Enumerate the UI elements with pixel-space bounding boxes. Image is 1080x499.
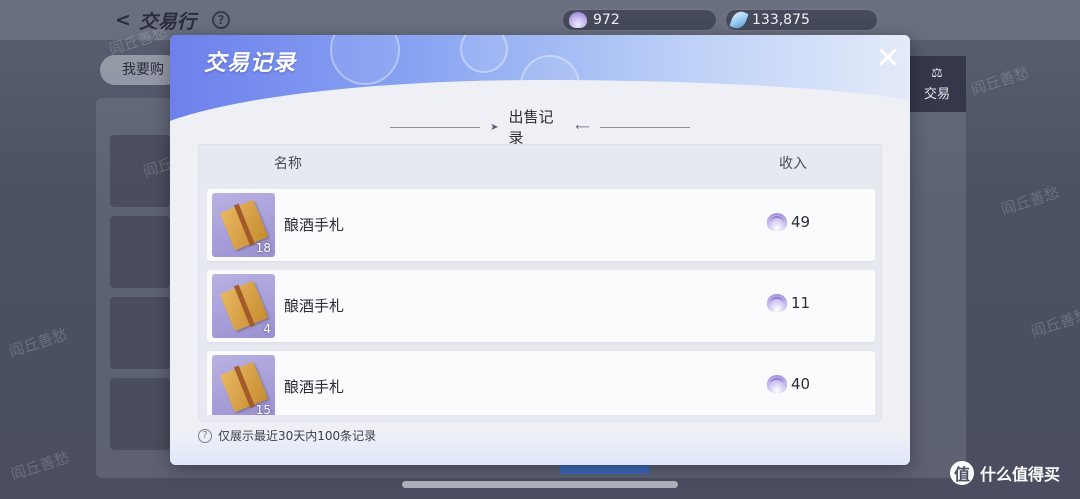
income-amount: 40	[791, 375, 811, 393]
divider-right	[599, 126, 690, 128]
table-row[interactable]: 15 酿酒手札 40	[207, 351, 875, 415]
table-row[interactable]: 4 酿酒手札 11	[207, 270, 875, 342]
trade-records-dialog: 交易记录 ✕ ➤ 出售记录 ⟵ 名称 收入 18 酿酒手札 49 4 酿酒手札 …	[170, 35, 910, 465]
brand-badge: 值 什么值得买	[950, 461, 1060, 485]
item-count: 18	[255, 241, 271, 255]
background-slot	[110, 135, 170, 207]
table-header: 名称 收入	[199, 145, 881, 181]
section-title: 出售记录	[508, 108, 554, 147]
bubble-decoration	[330, 35, 400, 85]
currency-shell-value: 972	[593, 12, 620, 28]
records-list[interactable]: 18 酿酒手札 49 4 酿酒手札 11 15 酿酒手札 40	[207, 189, 875, 415]
brewing-notes-item-icon[interactable]: 4	[212, 274, 275, 338]
column-name-header: 名称	[274, 156, 302, 172]
feather-currency-icon	[729, 9, 749, 31]
income-value: 49	[767, 213, 810, 231]
arrow-right-icon: ➤	[490, 121, 499, 133]
bubble-decoration	[460, 35, 508, 73]
shell-currency-icon	[569, 12, 587, 28]
background-trade-tab-label: 交易	[923, 87, 950, 102]
item-name: 酿酒手札	[284, 216, 345, 234]
brand-logo-icon: 值	[950, 461, 974, 485]
divider-left	[390, 126, 481, 128]
records-table: 名称 收入 18 酿酒手札 49 4 酿酒手札 11 15 酿酒手札 40	[198, 144, 882, 422]
background-title: < 交易行 ?	[115, 6, 230, 34]
background-trade-tab[interactable]: ⚖ 交易	[908, 56, 966, 112]
column-income-header: 收入	[779, 156, 807, 172]
section-header: ➤ 出售记录 ⟵	[390, 108, 690, 147]
close-icon[interactable]: ✕	[870, 41, 906, 77]
shell-currency-icon	[767, 294, 787, 312]
currency-shell: 972	[562, 9, 717, 31]
background-title-text: 交易行	[138, 10, 196, 33]
item-count: 15	[255, 403, 271, 415]
brand-text: 什么值得买	[980, 465, 1061, 484]
letter-icon	[219, 280, 269, 332]
shell-currency-icon	[767, 213, 787, 231]
income-amount: 49	[791, 213, 811, 231]
back-arrow-icon[interactable]: <	[115, 9, 131, 31]
background-slot	[110, 297, 170, 369]
scale-icon: ⚖	[931, 66, 943, 81]
background-slot	[110, 378, 170, 450]
arrow-left-icon: ⟵	[575, 121, 590, 133]
currency-feather: 133,875	[725, 9, 878, 31]
shell-currency-icon	[767, 375, 787, 393]
footer-note-text: 仅展示最近30天内100条记录	[218, 429, 377, 443]
help-icon[interactable]: ?	[211, 11, 230, 29]
item-count: 4	[263, 322, 271, 336]
currency-feather-value: 133,875	[752, 12, 810, 28]
footer-note: ? 仅展示最近30天内100条记录	[198, 427, 376, 444]
table-row[interactable]: 18 酿酒手札 49	[207, 189, 875, 261]
item-name: 酿酒手札	[284, 297, 345, 315]
income-value: 40	[767, 375, 810, 393]
brewing-notes-item-icon[interactable]: 15	[212, 355, 275, 415]
income-amount: 11	[791, 294, 811, 312]
income-value: 11	[767, 294, 810, 312]
brewing-notes-item-icon[interactable]: 18	[212, 193, 275, 257]
dialog-title: 交易记录	[204, 51, 297, 76]
bottom-scroll-indicator[interactable]	[402, 481, 678, 488]
background-slot	[110, 216, 170, 288]
question-icon[interactable]: ?	[198, 428, 212, 443]
item-name: 酿酒手札	[284, 378, 345, 396]
background-buy-tab[interactable]: 我要购	[100, 55, 180, 85]
